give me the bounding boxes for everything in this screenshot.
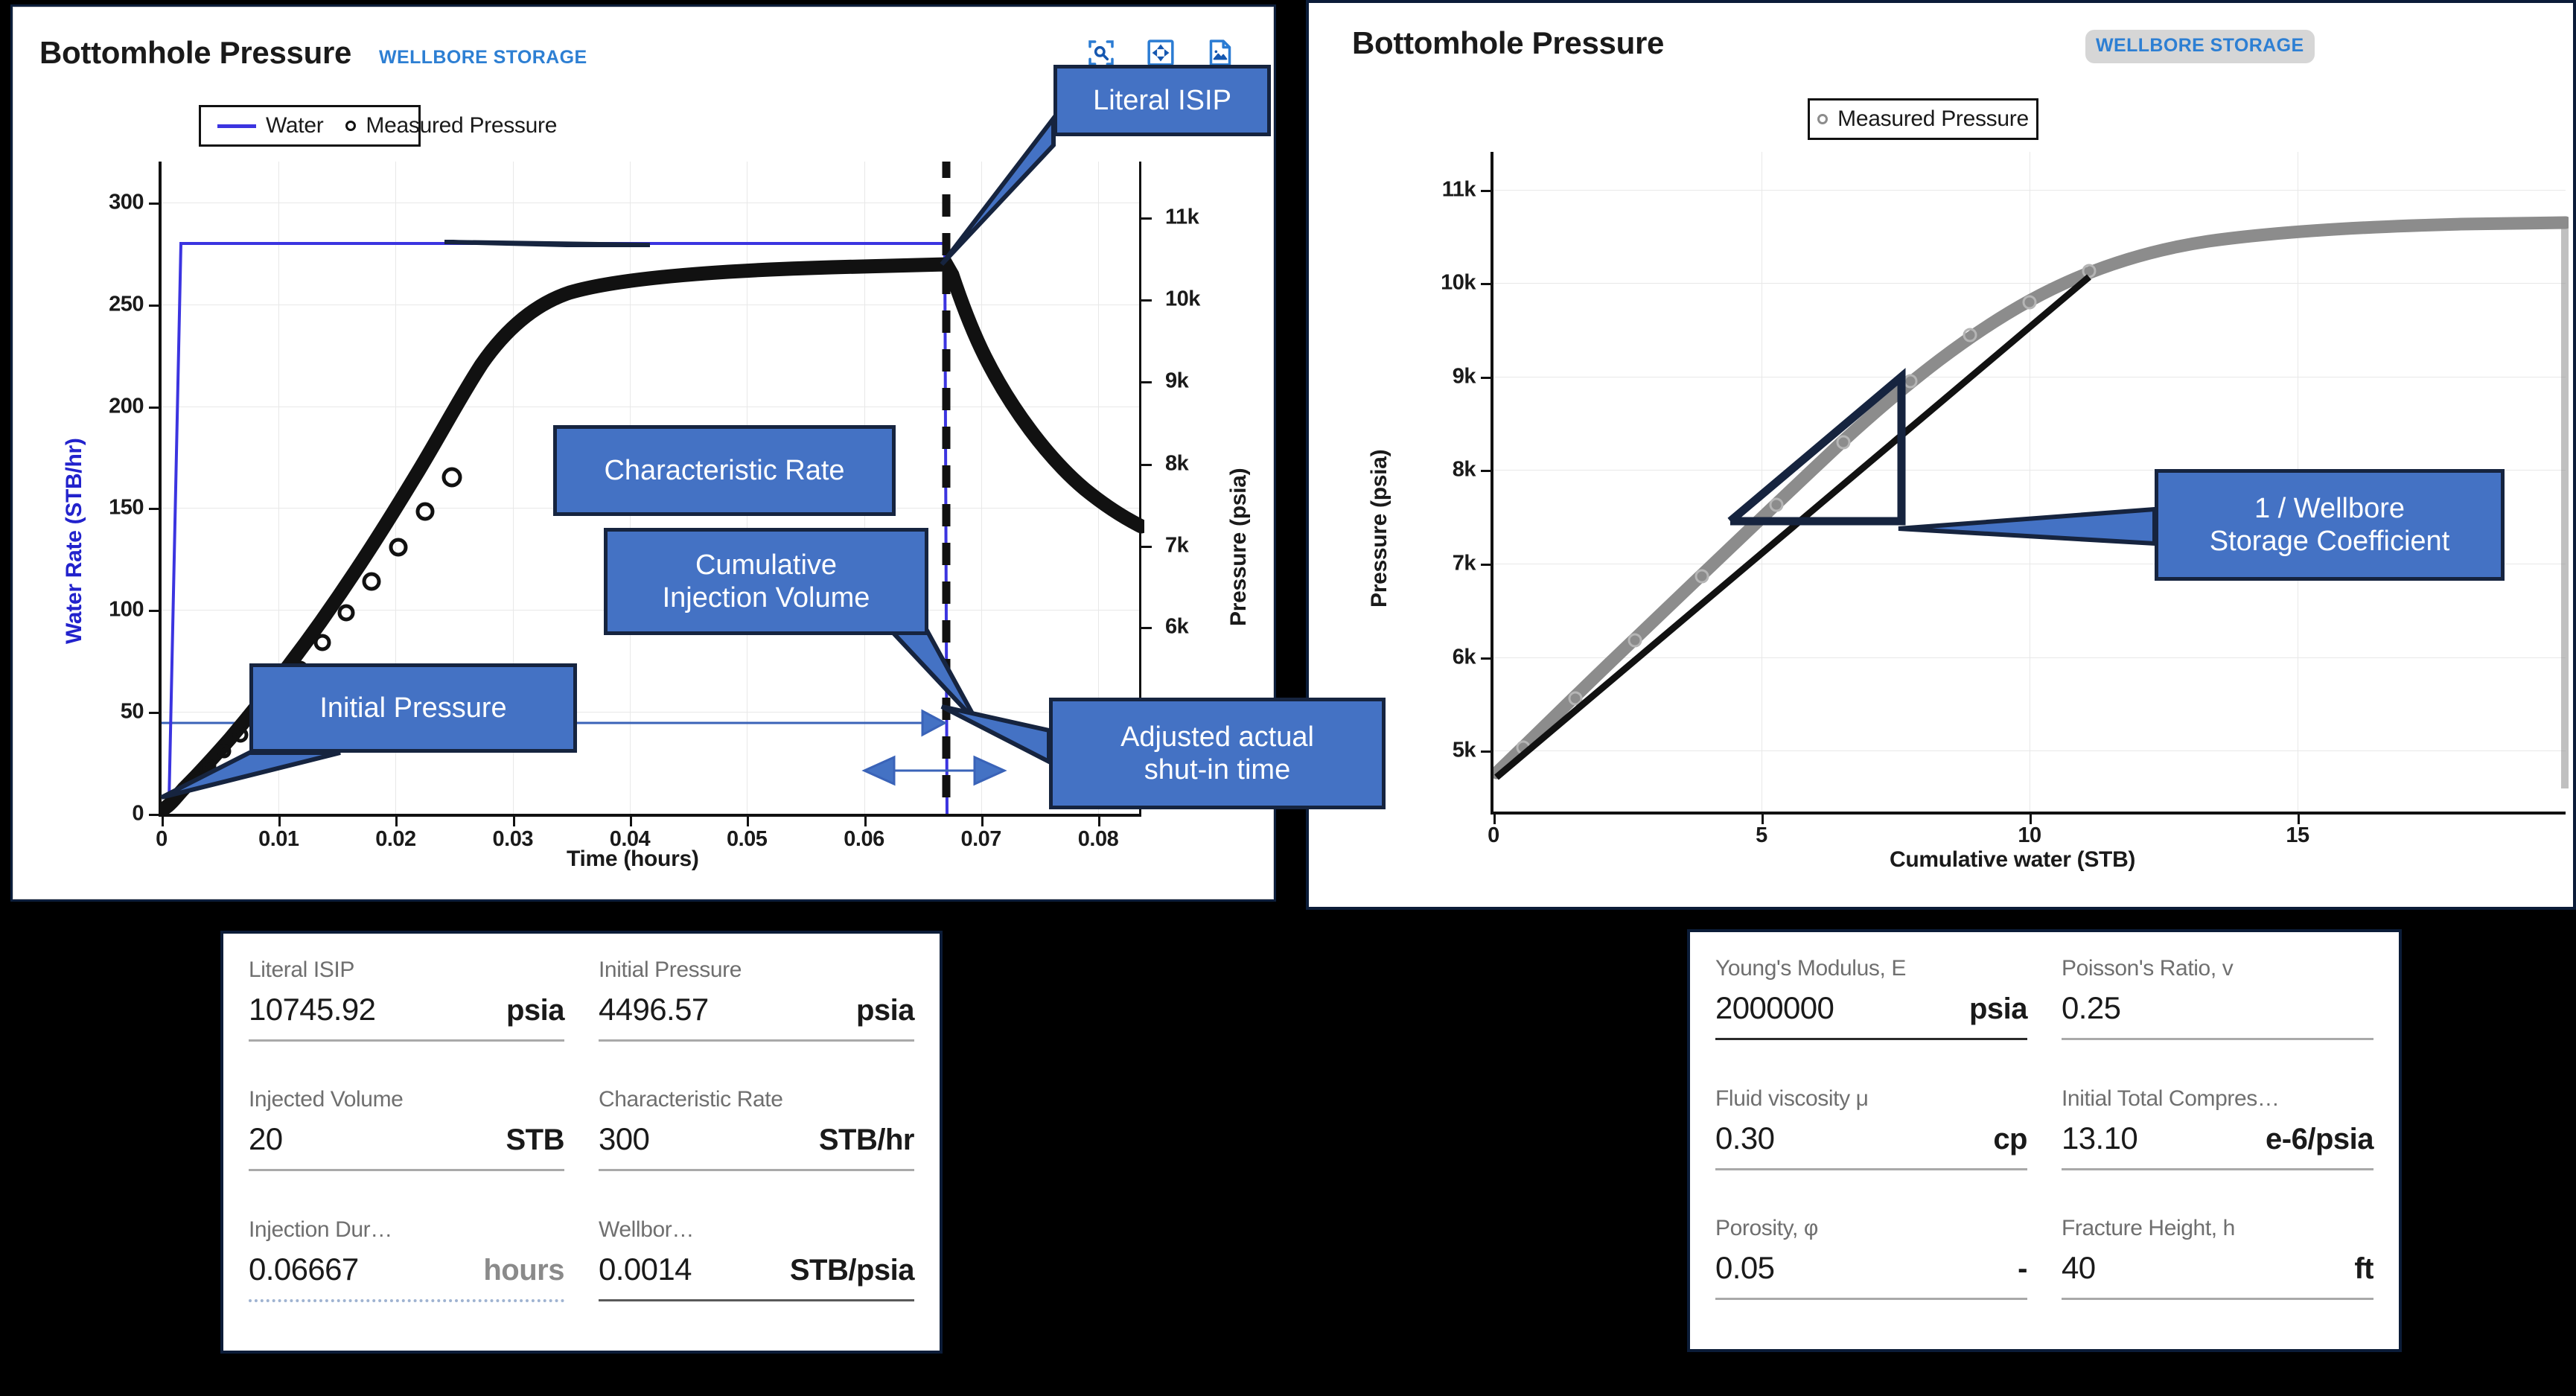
field-injection-duration[interactable]: Injection Dur… 0.06667 hours — [249, 1213, 564, 1343]
field-label: Characteristic Rate — [599, 1087, 783, 1112]
field-youngs-modulus[interactable]: Young's Modulus, E 2000000 psia — [1715, 952, 2028, 1082]
field-unit: STB/psia — [789, 1253, 915, 1287]
callout-line: shut-in time — [1144, 754, 1291, 785]
field-label: Young's Modulus, E — [1715, 956, 1906, 981]
field-unit: psia — [1968, 992, 2028, 1025]
field-value: 10745.92 — [249, 992, 376, 1027]
field-unit: e-6/psia — [2266, 1122, 2373, 1156]
field-value: 0.06667 — [249, 1251, 359, 1287]
left-chart-panel: Bottomhole Pressure WELLBORE STORAGE Wat… — [10, 4, 1386, 902]
field-label: Wellbor… — [599, 1217, 694, 1242]
field-value: 0.05 — [1715, 1250, 1775, 1286]
app-root: Bottomhole Pressure WELLBORE STORAGE Wat… — [0, 0, 2576, 1396]
field-initial-pressure[interactable]: Initial Pressure 4496.57 psia — [599, 953, 915, 1083]
field-poissons-ratio[interactable]: Poisson's Ratio, v 0.25 — [2062, 952, 2373, 1082]
field-unit: psia — [855, 994, 915, 1027]
callout-line: Cumulative — [695, 549, 838, 581]
field-value: 20 — [249, 1121, 283, 1157]
callout-line: Storage Coefficient — [2209, 526, 2450, 557]
field-characteristic-rate[interactable]: Characteristic Rate 300 STB/hr — [599, 1083, 915, 1212]
callout-adjusted-shut-in-time[interactable]: Adjusted actual shut-in time — [1049, 698, 1386, 809]
right-callout-leader — [1898, 506, 2157, 546]
field-literal-isip[interactable]: Literal ISIP 10745.92 psia — [249, 953, 565, 1083]
field-unit: hours — [483, 1253, 564, 1287]
field-value: 300 — [599, 1121, 650, 1157]
field-label: Initial Total Compres… — [2062, 1086, 2280, 1111]
callout-line: Injection Volume — [662, 582, 870, 613]
field-initial-total-compressibility[interactable]: Initial Total Compres… 13.10 e-6/psia — [2062, 1082, 2373, 1212]
field-value: 2000000 — [1715, 990, 1834, 1025]
field-injected-volume[interactable]: Injected Volume 20 STB — [249, 1083, 564, 1212]
field-unit: cp — [1993, 1122, 2027, 1156]
field-value: 13.10 — [2062, 1120, 2138, 1156]
right-chart-panel: Bottomhole Pressure WELLBORE STORAGE Mea… — [1306, 0, 2576, 910]
field-label: Injected Volume — [249, 1087, 404, 1112]
field-unit: ft — [2354, 1252, 2373, 1286]
field-value: 0.0014 — [599, 1251, 692, 1287]
field-value: 0.30 — [1715, 1120, 1775, 1156]
field-wellbore-storage[interactable]: Wellbor… 0.0014 STB/psia — [599, 1213, 915, 1343]
field-label: Literal ISIP — [249, 957, 354, 982]
field-value: 4496.57 — [599, 992, 709, 1027]
field-unit: - — [2018, 1252, 2027, 1286]
field-unit: STB — [506, 1124, 565, 1157]
right-parameter-card: Young's Modulus, E 2000000 psia Poisson'… — [1687, 929, 2402, 1352]
field-label: Poisson's Ratio, v — [2062, 956, 2234, 981]
field-label: Fracture Height, h — [2062, 1216, 2235, 1241]
callout-line: 1 / Wellbore — [2254, 492, 2406, 524]
field-label: Fluid viscosity μ — [1715, 1086, 1869, 1111]
callout-wellbore-storage-coefficient[interactable]: 1 / Wellbore Storage Coefficient — [2155, 469, 2505, 581]
field-porosity[interactable]: Porosity, φ 0.05 - — [1715, 1211, 2027, 1342]
field-fluid-viscosity[interactable]: Fluid viscosity μ 0.30 cp — [1715, 1082, 2027, 1212]
field-label: Injection Dur… — [249, 1217, 392, 1242]
callout-characteristic-rate[interactable]: Characteristic Rate — [553, 425, 896, 516]
callout-cumulative-injection-volume[interactable]: Cumulative Injection Volume — [604, 528, 928, 635]
field-label: Porosity, φ — [1715, 1216, 1818, 1241]
callout-literal-isip[interactable]: Literal ISIP — [1053, 65, 1271, 136]
callout-line: Adjusted actual — [1120, 721, 1314, 753]
field-value: 40 — [2062, 1250, 2096, 1286]
callout-initial-pressure[interactable]: Initial Pressure — [249, 663, 577, 753]
field-fracture-height[interactable]: Fracture Height, h 40 ft — [2062, 1211, 2373, 1342]
field-value: 0.25 — [2062, 990, 2121, 1025]
field-unit: psia — [506, 994, 565, 1027]
left-parameter-card: Literal ISIP 10745.92 psia Initial Press… — [220, 931, 943, 1354]
field-unit: STB/hr — [818, 1124, 915, 1157]
field-label: Initial Pressure — [599, 957, 742, 982]
